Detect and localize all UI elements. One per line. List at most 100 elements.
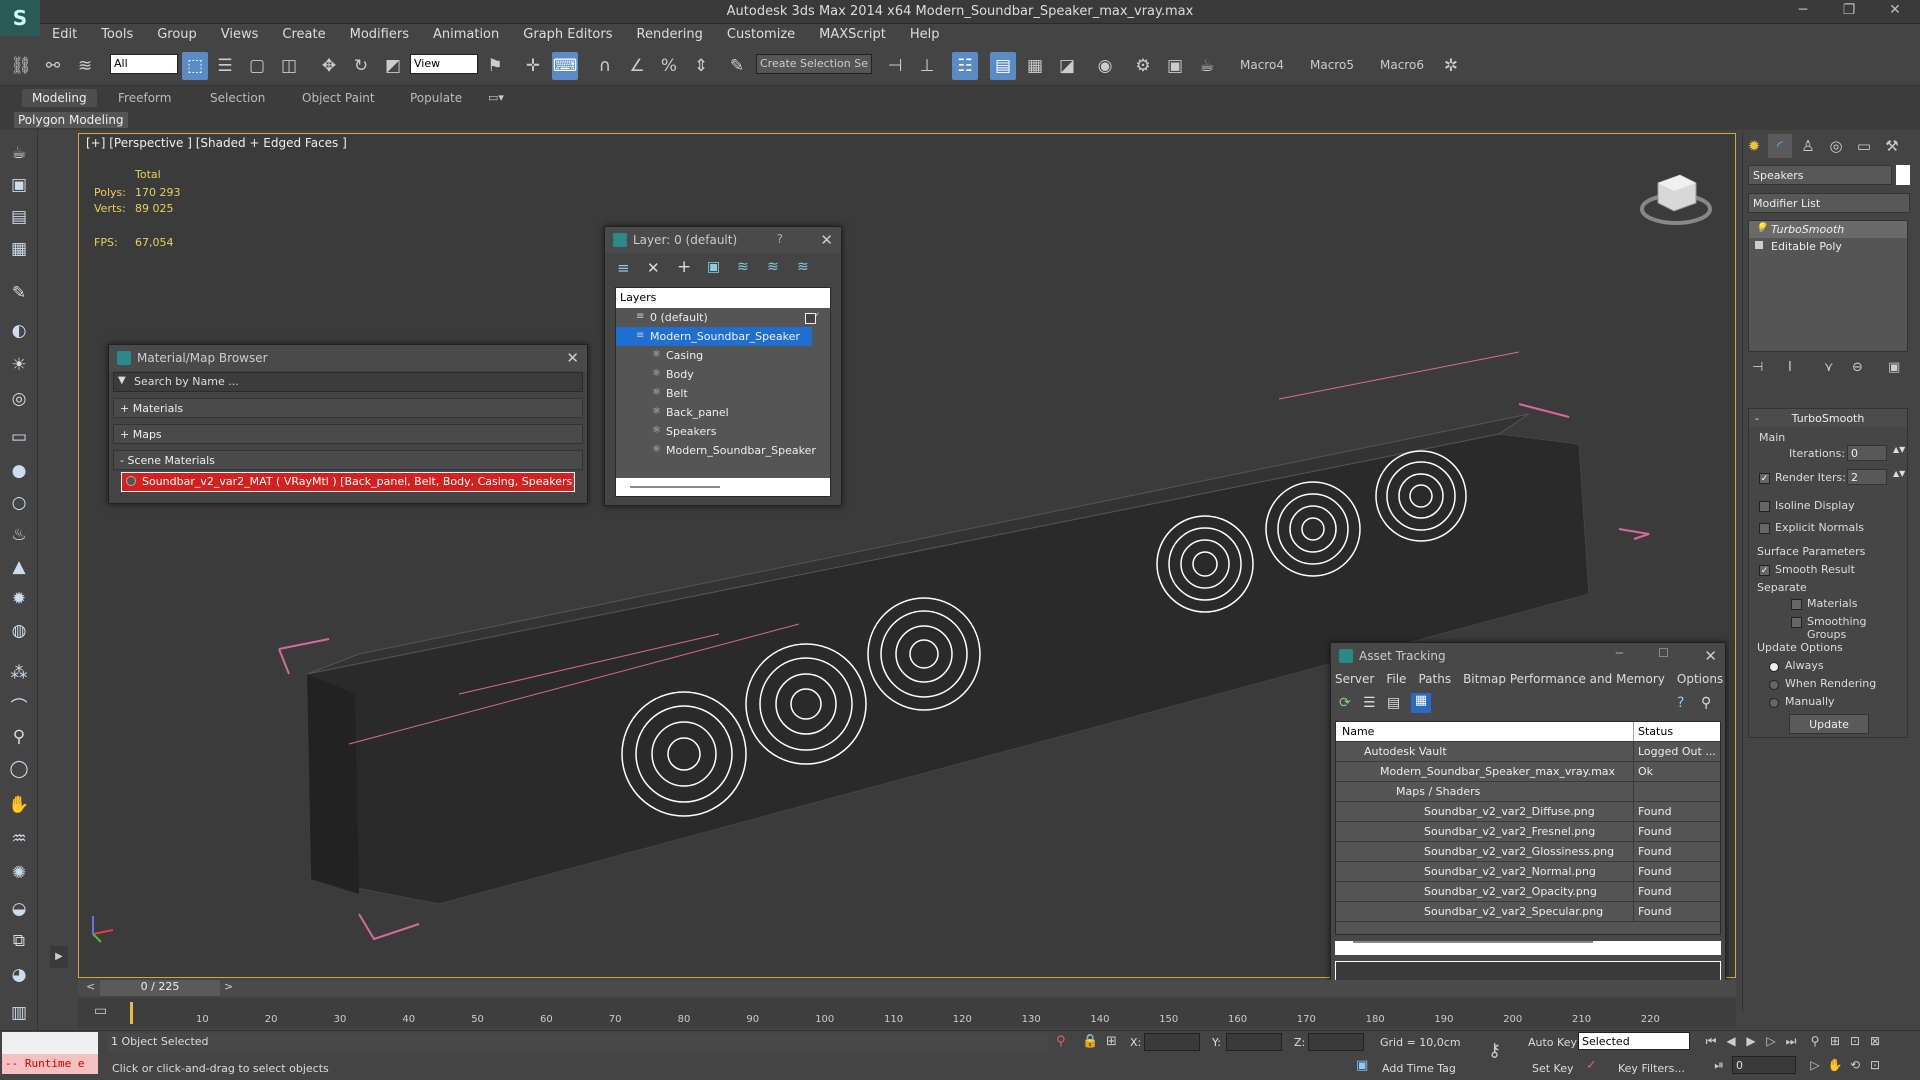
utility-icon[interactable]: ▥ [6,1000,32,1026]
update-button[interactable]: Update [1789,714,1869,734]
zoom-all-icon[interactable]: ⊞ [1826,1032,1844,1050]
spinner-snap-icon[interactable]: ⇕ [688,52,714,80]
delete-layer-icon[interactable]: ✕ [647,259,660,277]
render-icon[interactable]: ▣ [6,172,32,198]
viewcube-icon[interactable] [1640,165,1712,227]
maximize-viewport-icon[interactable]: ⊡ [1866,1056,1884,1074]
pin-stack-icon[interactable]: ⊣ [1752,360,1763,375]
maxscript-mini-listener-top[interactable] [2,1032,98,1054]
configure-sets-icon[interactable]: ▣ [1888,360,1900,375]
zoom-icon[interactable]: ⚲ [1806,1032,1824,1050]
iterations-spinner[interactable]: 0 [1847,445,1887,461]
ribbon-options-icon[interactable]: ▭▾ [488,91,504,104]
key-icon[interactable]: ⚷ [1488,1040,1501,1061]
sphere-icon[interactable]: ● [6,458,32,484]
time-slider-thumb[interactable]: 0 / 225 [100,980,220,996]
layer-row-soundbar[interactable]: ≡ Modern_Soundbar_Speaker [616,327,812,346]
hierarchy-tab-icon[interactable]: ♙ [1796,134,1820,158]
mirror-icon[interactable]: ⊣ [882,52,908,80]
tab-object-paint[interactable]: Object Paint [292,89,385,107]
create-tab-icon[interactable]: ✹ [1742,134,1766,158]
key-mode-dropdown[interactable]: Selected [1578,1032,1690,1050]
menu-tools[interactable]: Tools [89,24,145,42]
z-coordinate-field[interactable] [1308,1033,1364,1051]
viewport-label[interactable]: [+] [Perspective ] [Shaded + Edged Faces… [86,136,347,150]
isoline-checkbox[interactable] [1759,499,1770,513]
menu-views[interactable]: Views [209,24,271,42]
always-radio[interactable] [1769,659,1779,673]
previous-frame-icon[interactable]: ◀ [1722,1032,1740,1050]
key-filters-button[interactable]: Key Filters... [1618,1062,1685,1075]
scene-list-icon[interactable]: ▤ [6,204,32,230]
bulb-icon[interactable]: ✺ [6,860,32,886]
track-bar[interactable] [78,998,1736,1028]
keyboard-shortcut-icon[interactable]: ⌨ [552,52,578,80]
y-coordinate-field[interactable] [1226,1033,1282,1051]
tab-selection[interactable]: Selection [200,89,275,107]
layer-row-back-panel[interactable]: ⚛ Back_panel [616,403,830,422]
shortcut-icon[interactable]: ⧉ [6,928,32,954]
render-production-icon[interactable]: ☕ [1194,52,1220,80]
refresh-icon[interactable]: ⟳ [1339,695,1351,711]
current-frame-field[interactable]: 0 [1732,1056,1796,1074]
iterations-spinner-arrows-icon[interactable]: ▲▼ [1893,445,1905,454]
menu-animation[interactable]: Animation [421,24,511,42]
unlink-icon[interactable]: ⚯ [40,52,66,80]
particle-icon[interactable]: ⁂ [6,660,32,686]
scene-material-item[interactable]: Soundbar_v2_var2_MAT ( VRayMtl ) [Back_p… [121,472,575,492]
macro5-button[interactable]: Macro5 [1310,58,1354,72]
asset-menu-server[interactable]: Server [1335,672,1374,686]
scene-explorer-icon[interactable]: ☷ [952,52,978,80]
set-current-layer-icon[interactable]: ≋ [737,259,749,275]
align-icon[interactable]: ⊥ [914,52,940,80]
key-mode-toggle-icon[interactable]: ⏯ [1710,1056,1728,1074]
window-crossing-icon[interactable]: ◫ [276,52,302,80]
menu-modifiers[interactable]: Modifiers [338,24,421,42]
zoom-extents-icon[interactable]: ⊡ [1846,1032,1864,1050]
hand-icon[interactable]: ✋ [6,792,32,818]
asset-row[interactable]: Soundbar_v2_var2_Diffuse.png Found [1336,802,1720,822]
link-icon[interactable]: ⛓ [8,52,34,80]
lock-selection-icon[interactable]: 🔒 [1082,1034,1098,1049]
field-of-view-icon[interactable]: ▷ [1806,1056,1824,1074]
material-search-input[interactable]: ▼ Search by Name ... [113,372,583,392]
layer-row-body[interactable]: ⚛ Body [616,365,830,384]
paint-icon[interactable]: ✎ [6,280,32,306]
macro4-button[interactable]: Macro4 [1240,58,1284,72]
set-keys-icon[interactable]: ✓ [1586,1058,1597,1073]
tab-populate[interactable]: Populate [400,89,472,107]
thumbnail-view-icon[interactable]: ▤ [1387,695,1400,711]
table-view-icon[interactable]: ▦ [1411,693,1431,713]
sun-icon[interactable]: ✹ [6,586,32,612]
minimize-button[interactable]: ─ [1788,2,1818,22]
asset-scrollbar[interactable] [1335,941,1721,955]
add-to-layer-icon[interactable]: + [677,257,691,277]
asset-row[interactable]: Soundbar_v2_var2_Specular.png Found [1336,902,1720,922]
select-object-icon[interactable]: ⬚ [182,52,208,80]
modify-tab-icon[interactable]: ◜ [1768,134,1792,158]
time-prev-icon[interactable]: < [86,980,95,993]
zoom-extents-all-icon[interactable]: ⊠ [1866,1032,1884,1050]
macro6-button[interactable]: Macro6 [1380,58,1424,72]
col-status-header[interactable]: Status [1634,722,1673,741]
object-name-field[interactable]: Speakers [1748,165,1892,185]
rendered-frame-icon[interactable]: ▣ [1162,52,1188,80]
grid-icon[interactable]: ▦ [6,236,32,262]
torus-icon[interactable]: ○ [6,490,32,516]
graphite-toggle-icon[interactable]: ▦ [1022,52,1048,80]
shape-icon[interactable]: ◎ [6,386,32,412]
close-button[interactable]: ✕ [1880,2,1910,22]
x-coordinate-field[interactable] [1144,1033,1200,1051]
asset-minimize-button[interactable]: ─ [1616,646,1623,660]
menu-graph-editors[interactable]: Graph Editors [511,24,624,42]
layer-row-speakers[interactable]: ⚛ Speakers [616,422,830,441]
select-by-name-icon[interactable]: ☰ [212,52,238,80]
render-iters-checkbox[interactable]: ✓ [1759,471,1770,485]
asset-row[interactable]: Modern_Soundbar_Speaker_max_vray.max Ok [1336,762,1720,782]
add-time-tag[interactable]: Add Time Tag [1382,1062,1456,1075]
layer-row-belt[interactable]: ⚛ Belt [616,384,830,403]
remove-modifier-icon[interactable]: ⊖ [1852,360,1863,375]
time-tag-icon[interactable]: ▣ [1356,1058,1368,1073]
menu-customize[interactable]: Customize [715,24,807,42]
orbit-icon[interactable]: ⟲ [1846,1056,1864,1074]
